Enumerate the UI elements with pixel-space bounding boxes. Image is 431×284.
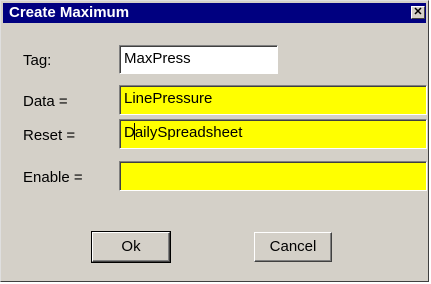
ok-button[interactable]: Ok: [91, 231, 171, 263]
reset-label: Reset =: [23, 127, 76, 144]
title-bar[interactable]: Create Maximum ✕: [3, 3, 426, 23]
data-label: Data =: [23, 93, 68, 110]
cancel-button[interactable]: Cancel: [254, 232, 332, 262]
close-icon[interactable]: ✕: [411, 6, 425, 19]
reset-expression-input[interactable]: DailySpreadsheet: [119, 119, 427, 149]
tag-label: Tag:: [23, 52, 52, 69]
reset-value-end: ailySpreadsheet: [134, 124, 243, 141]
data-expression-input[interactable]: LinePressure: [119, 85, 427, 115]
tag-input[interactable]: MaxPress: [119, 45, 278, 74]
enable-label: Enable =: [23, 169, 83, 186]
create-maximum-dialog: Create Maximum ✕ Tag: MaxPress Data = Li…: [0, 0, 429, 282]
dialog-title: Create Maximum: [9, 4, 130, 21]
enable-expression-input[interactable]: [119, 161, 427, 191]
